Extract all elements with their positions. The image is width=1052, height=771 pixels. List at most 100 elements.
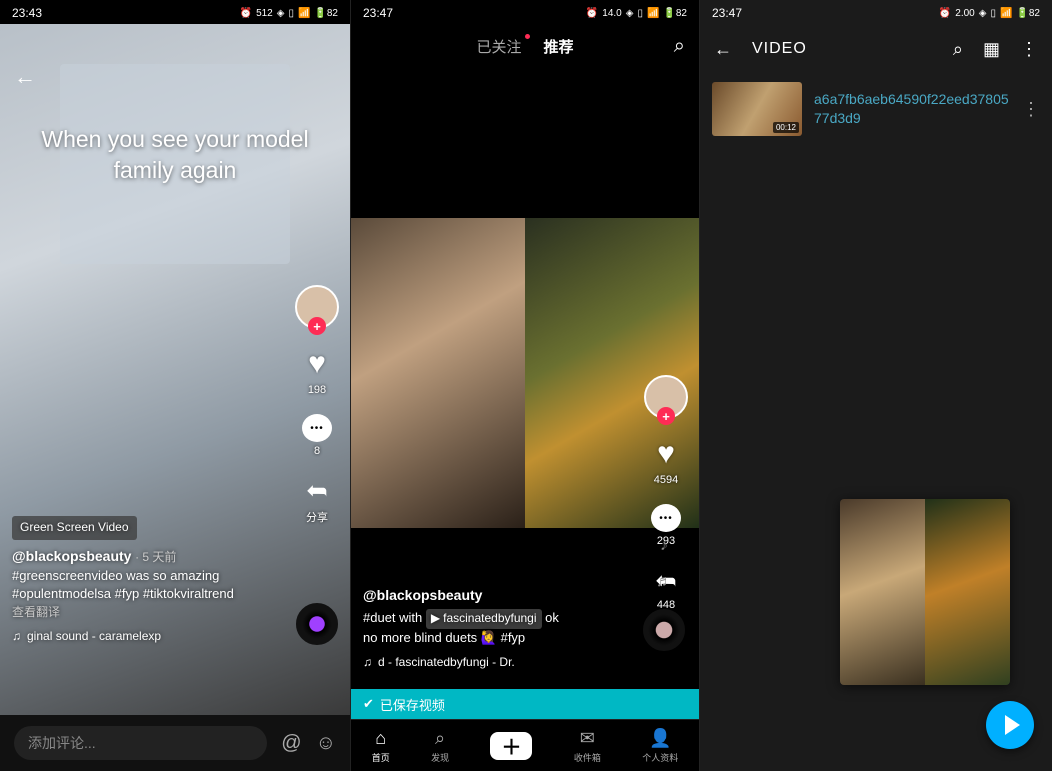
- search-icon[interactable]: ⌕: [674, 35, 685, 58]
- translate-link[interactable]: 查看翻译: [12, 604, 280, 621]
- music-row[interactable]: ♫ ginal sound - caramelexp: [12, 628, 280, 645]
- effect-chip[interactable]: Green Screen Video: [12, 516, 137, 539]
- music-note-icon: ♫: [363, 654, 372, 671]
- author-avatar[interactable]: +: [644, 375, 688, 419]
- sound-off-icon[interactable]: ♪: [660, 537, 668, 555]
- like-count: 198: [308, 384, 326, 396]
- share-button[interactable]: ➦ 分享: [306, 475, 328, 525]
- author-handle[interactable]: @blackopsbeauty: [363, 585, 629, 605]
- mention-icon[interactable]: @: [281, 732, 301, 755]
- comment-button[interactable]: 8: [302, 414, 332, 457]
- net-speed: 2.00: [955, 8, 974, 19]
- like-button[interactable]: ♥ 4594: [654, 437, 678, 486]
- music-disc[interactable]: [643, 609, 685, 651]
- status-bar: 23:47 ⏰ 14.0 ◈ ▯ 📶 🔋82: [351, 0, 699, 24]
- wifi-icon: ◈: [626, 8, 634, 19]
- comment-icon: [302, 414, 332, 442]
- battery-icon: 🔋82: [1016, 8, 1040, 19]
- file-menu-icon[interactable]: ⋮: [1022, 99, 1040, 120]
- music-note-icon: ♫: [12, 628, 21, 645]
- sound-icon[interactable]: ♬: [656, 573, 672, 591]
- follow-plus-icon[interactable]: +: [308, 317, 326, 335]
- nav-discover[interactable]: ⌕发现: [431, 728, 449, 764]
- bottom-nav: ⌂首页 ⌕发现 ＋ ✉收件箱 👤个人资料: [351, 719, 699, 771]
- back-button[interactable]: ←: [14, 64, 36, 90]
- signal-icon: 📶: [298, 8, 310, 19]
- signal-icon: 📶: [647, 8, 659, 19]
- screen-tiktok-video: 23:43 ⏰ 512 ◈ ▯ 📶 🔋82 ← When you see you…: [0, 0, 350, 771]
- page-title: VIDEO: [752, 40, 933, 58]
- alarm-icon: ⏰: [939, 8, 951, 19]
- music-title: d - fascinatedbyfungi - Dr.: [378, 654, 515, 671]
- follow-plus-icon[interactable]: +: [657, 407, 675, 425]
- app-bar: ← VIDEO ⌕ ▦ ⋮: [700, 24, 1052, 74]
- like-count: 4594: [654, 474, 678, 486]
- status-time: 23:47: [712, 6, 742, 20]
- net-speed: 14.0: [602, 8, 621, 19]
- alarm-icon: ⏰: [586, 8, 598, 19]
- mention-chip[interactable]: ▶ fascinatedbyfungi: [426, 609, 542, 628]
- net-speed: 512: [256, 8, 273, 19]
- status-bar: 23:47 ⏰ 2.00 ◈ ▯ 📶 🔋82: [700, 0, 1052, 24]
- sim-icon: ▯: [288, 8, 294, 19]
- music-title: ginal sound - caramelexp: [27, 628, 161, 645]
- video-info: Green Screen Video @blackopsbeauty · 5 天…: [12, 516, 280, 645]
- signal-icon: 📶: [1000, 8, 1012, 19]
- music-row[interactable]: ♫ d - fascinatedbyfungi - Dr.: [363, 654, 629, 671]
- share-icon: ➦: [306, 475, 328, 506]
- nav-upload[interactable]: ＋: [490, 732, 532, 760]
- video-info: @blackopsbeauty #duet with ▶ fascinatedb…: [363, 585, 629, 671]
- home-icon: ⌂: [375, 728, 386, 749]
- heart-icon: ♥: [657, 437, 675, 471]
- sim-icon: ▯: [637, 8, 643, 19]
- preview-right: [925, 499, 1010, 685]
- video-duration: 00:12: [773, 122, 799, 133]
- battery-icon: 🔋82: [314, 8, 338, 19]
- posted-time: · 5 天前: [135, 550, 176, 564]
- status-time: 23:43: [12, 6, 42, 20]
- video-description[interactable]: #greenscreenvideo was so amazing #opulen…: [12, 567, 280, 605]
- heart-icon: ♥: [308, 347, 326, 381]
- saved-label: 已保存视频: [380, 695, 445, 714]
- comment-input[interactable]: 添加评论...: [14, 726, 267, 760]
- battery-icon: 🔋82: [663, 8, 687, 19]
- tab-recommended[interactable]: 推荐: [544, 36, 574, 57]
- nav-inbox[interactable]: ✉收件箱: [574, 728, 601, 764]
- comment-count: 8: [314, 445, 320, 457]
- preview-left: [840, 499, 925, 685]
- comment-bar: 添加评论... @ ☺: [0, 715, 350, 771]
- status-time: 23:47: [363, 6, 393, 20]
- screen-tiktok-feed: 23:47 ⏰ 14.0 ◈ ▯ 📶 🔋82 已关注 推荐 ⌕ + ♥ 4594…: [350, 0, 700, 771]
- file-name: a6a7fb6aeb64590f22eed3780577d3d9: [814, 90, 1010, 128]
- view-toggle-icon[interactable]: ▦: [983, 39, 1000, 60]
- author-handle[interactable]: @blackopsbeauty: [12, 548, 131, 564]
- music-disc[interactable]: [296, 603, 338, 645]
- status-bar: 23:43 ⏰ 512 ◈ ▯ 📶 🔋82: [0, 0, 350, 24]
- file-row[interactable]: 00:12 a6a7fb6aeb64590f22eed3780577d3d9 ⋮: [700, 74, 1052, 144]
- duet-left-pane: [351, 218, 525, 528]
- wifi-icon: ◈: [979, 8, 987, 19]
- like-button[interactable]: ♥ 198: [308, 347, 326, 396]
- saved-toast[interactable]: ✔ 已保存视频: [351, 689, 699, 719]
- author-avatar[interactable]: +: [295, 285, 339, 329]
- nav-home[interactable]: ⌂首页: [372, 728, 390, 764]
- tab-following[interactable]: 已关注: [476, 36, 521, 57]
- action-rail: + ♥ 198 8 ➦ 分享: [292, 285, 342, 525]
- emoji-icon[interactable]: ☺: [316, 732, 336, 755]
- share-label: 分享: [306, 509, 328, 525]
- video-thumbnail: 00:12: [712, 82, 802, 136]
- overflow-menu-icon[interactable]: ⋮: [1020, 39, 1038, 60]
- search-icon[interactable]: ⌕: [953, 39, 963, 60]
- alarm-icon: ⏰: [240, 8, 252, 19]
- sim-icon: ▯: [990, 8, 996, 19]
- video-preview-popup[interactable]: [840, 499, 1010, 685]
- video-caption-overlay: When you see your model family again: [0, 124, 350, 186]
- inbox-icon: ✉: [580, 728, 595, 749]
- comment-icon: [651, 504, 681, 532]
- top-nav: 已关注 推荐 ⌕: [351, 24, 699, 68]
- play-fab[interactable]: [986, 701, 1034, 749]
- nav-me[interactable]: 👤个人资料: [642, 728, 678, 764]
- video-description[interactable]: #duet with ▶ fascinatedbyfungi ok no mor…: [363, 609, 629, 647]
- profile-icon: 👤: [649, 728, 671, 749]
- back-button[interactable]: ←: [714, 39, 732, 60]
